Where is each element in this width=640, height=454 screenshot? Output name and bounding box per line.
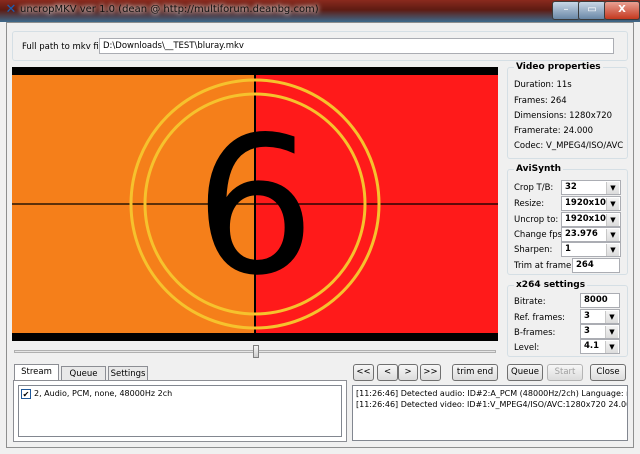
ref-frames-value: 3: [584, 311, 590, 321]
sharpen-value: 1: [565, 244, 571, 254]
fps-select[interactable]: 23.976 ▼: [561, 227, 621, 242]
resize-select[interactable]: 1920x1080 ▼: [561, 196, 621, 211]
ref-frames-select[interactable]: 3 ▼: [580, 309, 620, 324]
stream-item-label: 2, Audio, PCM, none, 48000Hz 2ch: [34, 389, 173, 398]
log-textbox[interactable]: [11:26:46] Detected audio: ID#2:A_PCM (4…: [352, 385, 628, 441]
framerate-text: Framerate: 24.000: [514, 126, 594, 136]
codec-text: Codec: V_MPEG4/ISO/AVC: [514, 141, 624, 151]
resize-label: Resize:: [514, 199, 545, 209]
trim-input[interactable]: 264: [572, 258, 620, 273]
tab-stream-list[interactable]: Stream list: [14, 364, 59, 392]
slider-thumb[interactable]: [253, 345, 259, 358]
video-frame: 6: [12, 67, 498, 341]
chevron-down-icon: ▼: [606, 182, 619, 194]
frames-text: Frames: 264: [514, 96, 567, 106]
crop-select[interactable]: 32 ▼: [561, 180, 621, 195]
stream-listbox[interactable]: ✔ 2, Audio, PCM, none, 48000Hz 2ch: [18, 385, 342, 437]
frame-slider[interactable]: [12, 345, 498, 359]
duration-text: Duration: 11s: [514, 80, 572, 90]
video-properties-title: Video properties: [514, 62, 603, 72]
level-label: Level:: [514, 343, 540, 353]
bframes-value: 3: [584, 326, 590, 336]
fps-value: 23.976: [565, 229, 598, 239]
first-frame-button[interactable]: <<: [353, 364, 374, 381]
tab-settings[interactable]: Settings: [108, 366, 148, 381]
bitrate-label: Bitrate:: [514, 297, 546, 307]
fps-label: Change fps:: [514, 230, 565, 240]
crop-value: 32: [565, 182, 577, 192]
window-title: uncropMKV ver 1.0 (dean @ http://multifo…: [20, 4, 319, 15]
frame-number: 6: [195, 96, 316, 317]
chevron-down-icon: ▼: [605, 311, 618, 323]
sharpen-select[interactable]: 1 ▼: [561, 242, 621, 257]
path-input[interactable]: D:\Downloads\__TEST\bluray.mkv: [99, 38, 614, 54]
x264-title: x264 settings: [514, 280, 588, 290]
chevron-down-icon: ▼: [606, 198, 619, 210]
minimize-button[interactable]: –: [552, 1, 580, 20]
chevron-down-icon: ▼: [605, 341, 618, 353]
video-preview: 6: [12, 67, 498, 341]
dimensions-text: Dimensions: 1280x720: [514, 111, 613, 121]
path-label: Full path to mkv file:: [22, 42, 110, 52]
chevron-down-icon: ▼: [606, 229, 619, 241]
level-select[interactable]: 4.1 ▼: [580, 339, 620, 354]
log-line: [11:26:46] Detected audio: ID#2:A_PCM (4…: [356, 389, 628, 398]
chevron-down-icon: ▼: [605, 326, 618, 338]
sharpen-label: Sharpen:: [514, 245, 553, 255]
trim-label: Trim at frame:: [514, 261, 575, 271]
next-frame-button[interactable]: >: [398, 364, 418, 381]
ref-frames-label: Ref. frames:: [514, 313, 566, 323]
chevron-down-icon: ▼: [606, 244, 619, 256]
bframes-label: B-frames:: [514, 328, 556, 338]
close-button[interactable]: Close: [590, 364, 626, 381]
checkbox-checked-icon[interactable]: ✔: [21, 389, 31, 399]
chevron-down-icon: ▼: [606, 214, 619, 226]
tab-queue-list[interactable]: Queue list: [61, 366, 106, 394]
bitrate-input[interactable]: 8000: [580, 293, 620, 308]
avisynth-title: AviSynth: [514, 164, 564, 174]
uncrop-select[interactable]: 1920x1080 ▼: [561, 212, 621, 227]
level-value: 4.1: [584, 341, 600, 351]
crop-label: Crop T/B:: [514, 183, 554, 193]
maximize-button[interactable]: ▭: [578, 1, 606, 20]
last-frame-button[interactable]: >>: [420, 364, 441, 381]
app-icon: ✕: [5, 2, 17, 17]
log-line: [11:26:46] Detected video: ID#1:V_MPEG4/…: [356, 400, 627, 409]
queue-button[interactable]: Queue: [507, 364, 543, 381]
bframes-select[interactable]: 3 ▼: [580, 324, 620, 339]
prev-frame-button[interactable]: <: [377, 364, 398, 381]
start-button[interactable]: Start: [547, 364, 583, 381]
title-bar[interactable]: ✕ uncropMKV ver 1.0 (dean @ http://multi…: [0, 0, 640, 22]
uncrop-label: Uncrop to:: [514, 215, 559, 225]
close-window-button[interactable]: X: [604, 1, 640, 20]
trim-end-button[interactable]: trim end: [452, 364, 498, 381]
